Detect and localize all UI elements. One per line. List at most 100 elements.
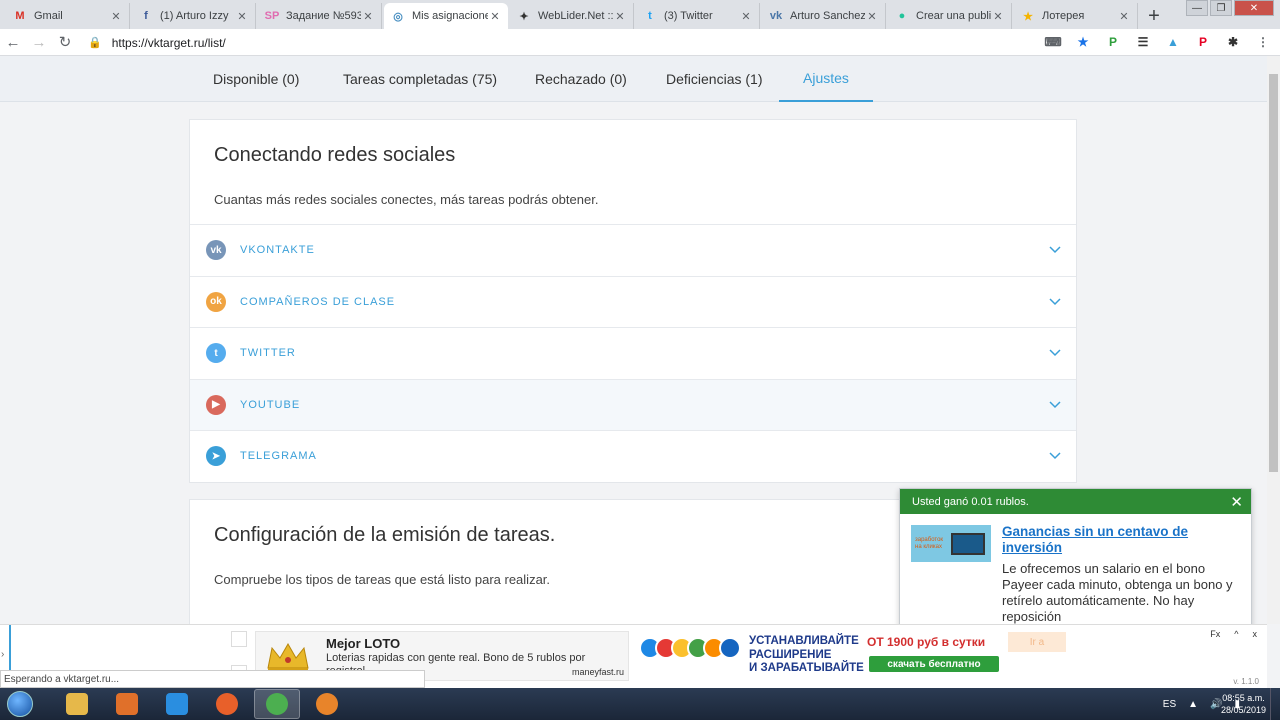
firefox-icon — [216, 693, 238, 715]
ad-version: v. 1.1.0 — [1233, 677, 1259, 686]
ie-icon — [166, 693, 188, 715]
social-row-label: TWITTER — [240, 347, 296, 359]
ad-extension-banner[interactable]: УСТАНАВЛИВАЙТЕ РАСШИРЕНИЕ И ЗАРАБАТЫВАЙТ… — [637, 631, 1002, 677]
tray-arrow-icon[interactable]: ▲ — [1188, 699, 1198, 710]
social-row-vk[interactable]: vk VKONTAKTE — [190, 224, 1076, 275]
new-tab-button[interactable]: + — [1140, 3, 1168, 29]
browser-tab[interactable]: ✦ WebLider.Net :: C✕ — [510, 3, 634, 29]
pinterest-icon[interactable]: P — [1194, 33, 1212, 51]
social-row-telegram[interactable]: ➤ TELEGRAMA — [190, 430, 1076, 481]
clock[interactable]: 08:55 a.m. 28/05/2019 — [1221, 692, 1266, 716]
taskbar-app[interactable] — [104, 689, 150, 719]
ccleaner-icon — [316, 693, 338, 715]
show-desktop-button[interactable] — [1270, 688, 1280, 720]
maximize-button[interactable]: ❐ — [1210, 0, 1232, 16]
gmail-icon: M — [15, 10, 25, 22]
tab-close-icon[interactable]: ✕ — [1117, 10, 1131, 23]
tab-close-icon[interactable]: ✕ — [488, 10, 502, 23]
page-scrollbar[interactable] — [1267, 56, 1280, 624]
vpn-ext-icon[interactable]: ▲ — [1164, 33, 1182, 51]
browser-tab[interactable]: t (3) Twitter ✕ — [636, 3, 760, 29]
start-button[interactable] — [0, 688, 40, 720]
window-controls: — ❐ ✕ — [1186, 0, 1274, 16]
taskbar-app[interactable] — [154, 689, 200, 719]
forward-button[interactable]: → — [26, 34, 52, 51]
tab-close-icon[interactable]: ✕ — [235, 10, 249, 23]
taskbar-app[interactable] — [54, 689, 100, 719]
social-row-twitter[interactable]: t TWITTER — [190, 327, 1076, 378]
tab-4[interactable]: Ajustes — [779, 56, 873, 102]
minimize-button[interactable]: — — [1186, 0, 1208, 16]
scrollbar-thumb[interactable] — [1269, 74, 1278, 472]
payeer-icon[interactable]: P — [1104, 33, 1122, 51]
tab-close-icon[interactable]: ✕ — [613, 10, 627, 23]
menu-dots-icon[interactable]: ⋮ — [1254, 33, 1272, 51]
ad-close-button[interactable]: x — [1253, 629, 1258, 639]
social-row-odnoklassniki[interactable]: ok COMPAÑEROS DE CLASE — [190, 275, 1076, 327]
tab-close-icon[interactable]: ✕ — [991, 10, 1005, 23]
tab-close-icon[interactable]: ✕ — [109, 10, 123, 23]
ad-download-button[interactable]: скачать бесплатно — [869, 656, 999, 672]
tasks-ext-icon[interactable]: ☰ — [1134, 33, 1152, 51]
bookmark-star-icon[interactable]: ★ — [1074, 33, 1092, 51]
tab-3[interactable]: Deficiencias (1) — [666, 56, 762, 102]
tab-close-icon[interactable]: ✕ — [361, 10, 375, 23]
notification-image[interactable]: заработок на кликах — [911, 525, 991, 562]
lock-icon: 🔒 — [88, 37, 102, 49]
browser-tab[interactable]: f (1) Arturo Izzy ✕ — [132, 3, 256, 29]
ad-expand-icon[interactable]: › — [1, 649, 4, 660]
ad-controls: Fx ^ x — [1210, 629, 1257, 639]
social-row-youtube[interactable]: ▶ YOUTUBE — [190, 378, 1076, 430]
notification-title-link[interactable]: Ganancias sin un centavo de inversión — [1002, 524, 1232, 556]
taskbar-app[interactable] — [204, 689, 250, 719]
sp-icon: SP — [264, 10, 280, 22]
task-checkbox[interactable] — [231, 631, 247, 647]
browser-tab[interactable]: vk Arturo Sanchez ✕ — [762, 3, 886, 29]
ad-line2-text: РАСШИРЕНИЕ — [749, 649, 832, 661]
star-icon: ★ — [1023, 10, 1033, 23]
chevron-down-icon[interactable] — [1048, 294, 1062, 308]
taskbar-app[interactable] — [254, 689, 300, 719]
clock-time: 08:55 a.m. — [1222, 693, 1265, 703]
clock-date: 28/05/2019 — [1220, 705, 1266, 715]
notification-go-button[interactable]: Ir a — [1008, 632, 1066, 652]
chevron-down-icon[interactable] — [1048, 242, 1062, 256]
chevron-down-icon[interactable] — [1048, 345, 1062, 359]
notification-header: Usted ganó 0.01 rublos. ✕ — [900, 489, 1251, 514]
browser-tab[interactable]: SP Задание №5933 ✕ — [258, 3, 382, 29]
twitter-icon: t — [648, 10, 652, 22]
taskbar-app[interactable] — [304, 689, 350, 719]
notification-close-icon[interactable]: ✕ — [1230, 493, 1243, 511]
youtube-icon: ▶ — [206, 394, 226, 415]
tab-close-icon[interactable]: ✕ — [739, 10, 753, 23]
puzzle-icon[interactable]: ✱ — [1224, 33, 1242, 51]
notification-image-text: заработок на кликах — [915, 536, 944, 550]
browser-tab[interactable]: ◎ Mis asignaciones ✕ — [384, 3, 508, 29]
tab-close-icon[interactable]: ✕ — [865, 10, 879, 23]
ad-fx-button[interactable]: Fx — [1210, 629, 1220, 639]
language-indicator[interactable]: ES — [1163, 699, 1176, 710]
tab-2[interactable]: Rechazado (0) — [535, 56, 627, 102]
browser-tab[interactable]: M Gmail ✕ — [6, 3, 130, 29]
ad-loto-title: Mejor LOTO — [326, 636, 401, 651]
ad-collapse-button[interactable]: ^ — [1234, 629, 1238, 639]
browser-tab-title: WebLider.Net :: C — [538, 10, 613, 22]
back-button[interactable]: ← — [0, 34, 26, 51]
browser-tab[interactable]: ★ Лотерея ✕ — [1014, 3, 1138, 29]
weblider-icon: ✦ — [519, 10, 529, 23]
tab-1[interactable]: Tareas completadas (75) — [343, 56, 497, 102]
windows-taskbar: ES ▲ 🔊 ▮ 08:55 a.m. 28/05/2019 — [0, 688, 1280, 720]
chevron-down-icon[interactable] — [1048, 397, 1062, 411]
url-text: https://vktarget.ru/list/ — [111, 35, 226, 50]
page-tabs: Disponible (0) Tareas completadas (75) Rec… — [0, 56, 1267, 102]
ad-price: ОТ 1900 руб в сутки — [867, 635, 986, 649]
chevron-down-icon[interactable] — [1048, 448, 1062, 462]
reload-button[interactable]: ↻ — [52, 33, 78, 51]
tab-0[interactable]: Disponible (0) — [213, 56, 299, 102]
browser-tab[interactable]: ● Crear una publica✕ — [888, 3, 1012, 29]
translate-icon[interactable]: ⌨ — [1044, 33, 1062, 51]
address-bar[interactable]: 🔒 https://vktarget.ru/list/ — [88, 31, 1108, 54]
browser-tab-title: Arturo Sanchez — [790, 10, 865, 22]
media-player-icon — [116, 693, 138, 715]
close-window-button[interactable]: ✕ — [1234, 0, 1274, 16]
